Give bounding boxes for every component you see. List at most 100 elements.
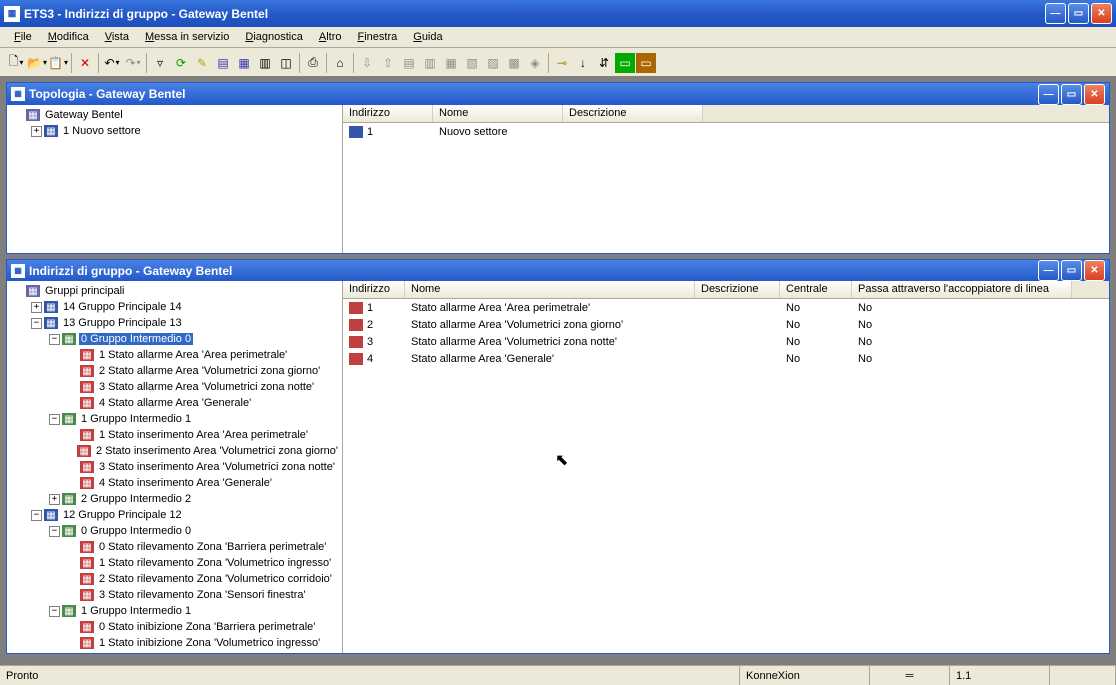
copy-button[interactable]: 📋▾	[48, 53, 68, 73]
filter-button[interactable]	[150, 53, 170, 73]
open-button[interactable]: ▾	[27, 53, 47, 73]
tree-item[interactable]: −▦12 Gruppo Principale 12	[9, 507, 340, 523]
prog5-button[interactable]: ▨	[483, 53, 503, 73]
undo-button[interactable]: ▾	[102, 53, 122, 73]
list-row[interactable]: 3Stato allarme Area 'Volumetrici zona no…	[343, 333, 1109, 350]
prog3-button[interactable]: ▦	[441, 53, 461, 73]
menu-file[interactable]: File	[8, 29, 38, 45]
topology-maximize-button[interactable]: ▭	[1061, 84, 1082, 105]
topology-list[interactable]: IndirizzoNomeDescrizione 1Nuovo settore	[343, 105, 1109, 253]
tree-item[interactable]: −▦0 Gruppo Intermedio 0	[9, 523, 340, 539]
tree-item[interactable]: ▦1 Stato allarme Area 'Area perimetrale'	[9, 347, 340, 363]
redo-button[interactable]: ▾	[123, 53, 143, 73]
group-maximize-button[interactable]: ▭	[1061, 260, 1082, 281]
view-detail-button[interactable]: ▥	[255, 53, 275, 73]
tree-item[interactable]: ▦2 Stato rilevamento Zona 'Volumetrico c…	[9, 571, 340, 587]
monitor2-button[interactable]: ▭	[636, 53, 656, 73]
maximize-button[interactable]: ▭	[1068, 3, 1089, 24]
close-button[interactable]: ✕	[1091, 3, 1112, 24]
topology-tree[interactable]: ▦Gateway Bentel+▦1 Nuovo settore	[7, 105, 343, 253]
tree-item[interactable]: ▦Gateway Bentel	[9, 107, 340, 123]
tree-item[interactable]: +▦14 Gruppo Principale 14	[9, 299, 340, 315]
topology-titlebar[interactable]: ▦ Topologia - Gateway Bentel — ▭ ✕	[7, 83, 1109, 105]
collapse-icon[interactable]: −	[49, 414, 60, 425]
tree-item[interactable]: ▦3 Stato inserimento Area 'Volumetrici z…	[9, 459, 340, 475]
column-header[interactable]: Descrizione	[563, 105, 703, 122]
tree-item[interactable]: ▦0 Stato rilevamento Zona 'Barriera peri…	[9, 539, 340, 555]
down-arrow-button[interactable]: ↓	[573, 53, 593, 73]
tree-item[interactable]: −▦1 Gruppo Intermedio 1	[9, 411, 340, 427]
tree-item[interactable]: ▦1 Stato inibizione Zona 'Volumetrico in…	[9, 635, 340, 651]
tree-item[interactable]: ▦1 Stato inserimento Area 'Area perimetr…	[9, 427, 340, 443]
tree-item[interactable]: ▦2 Stato allarme Area 'Volumetrici zona …	[9, 363, 340, 379]
menu-diagnostica[interactable]: Diagnostica	[239, 29, 309, 45]
prog6-button[interactable]: ▩	[504, 53, 524, 73]
tree-item[interactable]: ▦0 Stato inibizione Zona 'Barriera perim…	[9, 619, 340, 635]
column-header[interactable]: Nome	[405, 281, 695, 298]
view-grid-button[interactable]: ▦	[234, 53, 254, 73]
tree-item[interactable]: ▦2 Stato inserimento Area 'Volumetrici z…	[9, 443, 340, 459]
prog-button[interactable]: ▤	[399, 53, 419, 73]
view-split-button[interactable]: ◫	[276, 53, 296, 73]
minimize-button[interactable]: —	[1045, 3, 1066, 24]
new-button[interactable]: ▾	[6, 53, 26, 73]
list-row[interactable]: 2Stato allarme Area 'Volumetrici zona gi…	[343, 316, 1109, 333]
column-header[interactable]: Centrale	[780, 281, 852, 298]
tree-item[interactable]: ▦4 Stato allarme Area 'Generale'	[9, 395, 340, 411]
collapse-icon[interactable]: −	[49, 334, 60, 345]
tree-item[interactable]: +▦1 Nuovo settore	[9, 123, 340, 139]
prog4-button[interactable]: ▧	[462, 53, 482, 73]
column-header[interactable]: Nome	[433, 105, 563, 122]
upload-button[interactable]: ⇧	[378, 53, 398, 73]
menu-guida[interactable]: Guida	[407, 29, 448, 45]
column-header[interactable]: Indirizzo	[343, 105, 433, 122]
tree-item[interactable]: +▦2 Gruppo Intermedio 2	[9, 491, 340, 507]
list-row[interactable]: 4Stato allarme Area 'Generale'NoNo	[343, 350, 1109, 367]
delete-button[interactable]	[75, 53, 95, 73]
refresh-button[interactable]: ⟳	[171, 53, 191, 73]
expand-icon[interactable]: +	[31, 302, 42, 313]
menu-altro[interactable]: Altro	[313, 29, 348, 45]
expand-icon[interactable]: +	[49, 494, 60, 505]
group-minimize-button[interactable]: —	[1038, 260, 1059, 281]
column-header[interactable]: Descrizione	[695, 281, 780, 298]
prog7-button[interactable]: ◈	[525, 53, 545, 73]
list-row[interactable]: 1Nuovo settore	[343, 123, 1109, 140]
expand-icon[interactable]: +	[31, 126, 42, 137]
monitor-button[interactable]: ▭	[615, 53, 635, 73]
tree-item[interactable]: −▦1 Gruppo Intermedio 1	[9, 603, 340, 619]
column-header[interactable]: Passa attraverso l'accoppiatore di linea	[852, 281, 1072, 298]
tree-item[interactable]: ▦Gruppi principali	[9, 283, 340, 299]
collapse-icon[interactable]: −	[49, 606, 60, 617]
menu-finestra[interactable]: Finestra	[351, 29, 403, 45]
tree-item[interactable]: ▦1 Stato rilevamento Zona 'Volumetrico i…	[9, 555, 340, 571]
menu-messa-in-servizio[interactable]: Messa in servizio	[139, 29, 235, 45]
column-header[interactable]: Indirizzo	[343, 281, 405, 298]
collapse-icon[interactable]: −	[31, 318, 42, 329]
topology-close-button[interactable]: ✕	[1084, 84, 1105, 105]
topology-minimize-button[interactable]: —	[1038, 84, 1059, 105]
menu-modifica[interactable]: Modifica	[42, 29, 95, 45]
collapse-icon[interactable]: −	[31, 510, 42, 521]
home-button[interactable]	[330, 53, 350, 73]
print-button[interactable]	[303, 53, 323, 73]
menu-vista[interactable]: Vista	[99, 29, 135, 45]
group-close-button[interactable]: ✕	[1084, 260, 1105, 281]
tree-button[interactable]: ⇵	[594, 53, 614, 73]
group-addresses-titlebar[interactable]: ▦ Indirizzi di gruppo - Gateway Bentel —…	[7, 260, 1109, 281]
bus-button[interactable]: ⊸	[552, 53, 572, 73]
tree-item[interactable]: −▦0 Gruppo Intermedio 0	[9, 331, 340, 347]
group-tree[interactable]: ▦Gruppi principali+▦14 Gruppo Principale…	[7, 281, 343, 653]
leaf-icon: ▦	[80, 637, 94, 649]
collapse-icon[interactable]: −	[49, 526, 60, 537]
tree-item[interactable]: ▦3 Stato rilevamento Zona 'Sensori fines…	[9, 587, 340, 603]
prog2-button[interactable]: ▥	[420, 53, 440, 73]
tree-item[interactable]: −▦13 Gruppo Principale 13	[9, 315, 340, 331]
download-button[interactable]: ⇩	[357, 53, 377, 73]
highlight-button[interactable]: ✎	[192, 53, 212, 73]
view-list-button[interactable]: ▤	[213, 53, 233, 73]
group-list[interactable]: IndirizzoNomeDescrizioneCentralePassa at…	[343, 281, 1109, 653]
tree-item[interactable]: ▦4 Stato inserimento Area 'Generale'	[9, 475, 340, 491]
list-row[interactable]: 1Stato allarme Area 'Area perimetrale'No…	[343, 299, 1109, 316]
tree-item[interactable]: ▦3 Stato allarme Area 'Volumetrici zona …	[9, 379, 340, 395]
